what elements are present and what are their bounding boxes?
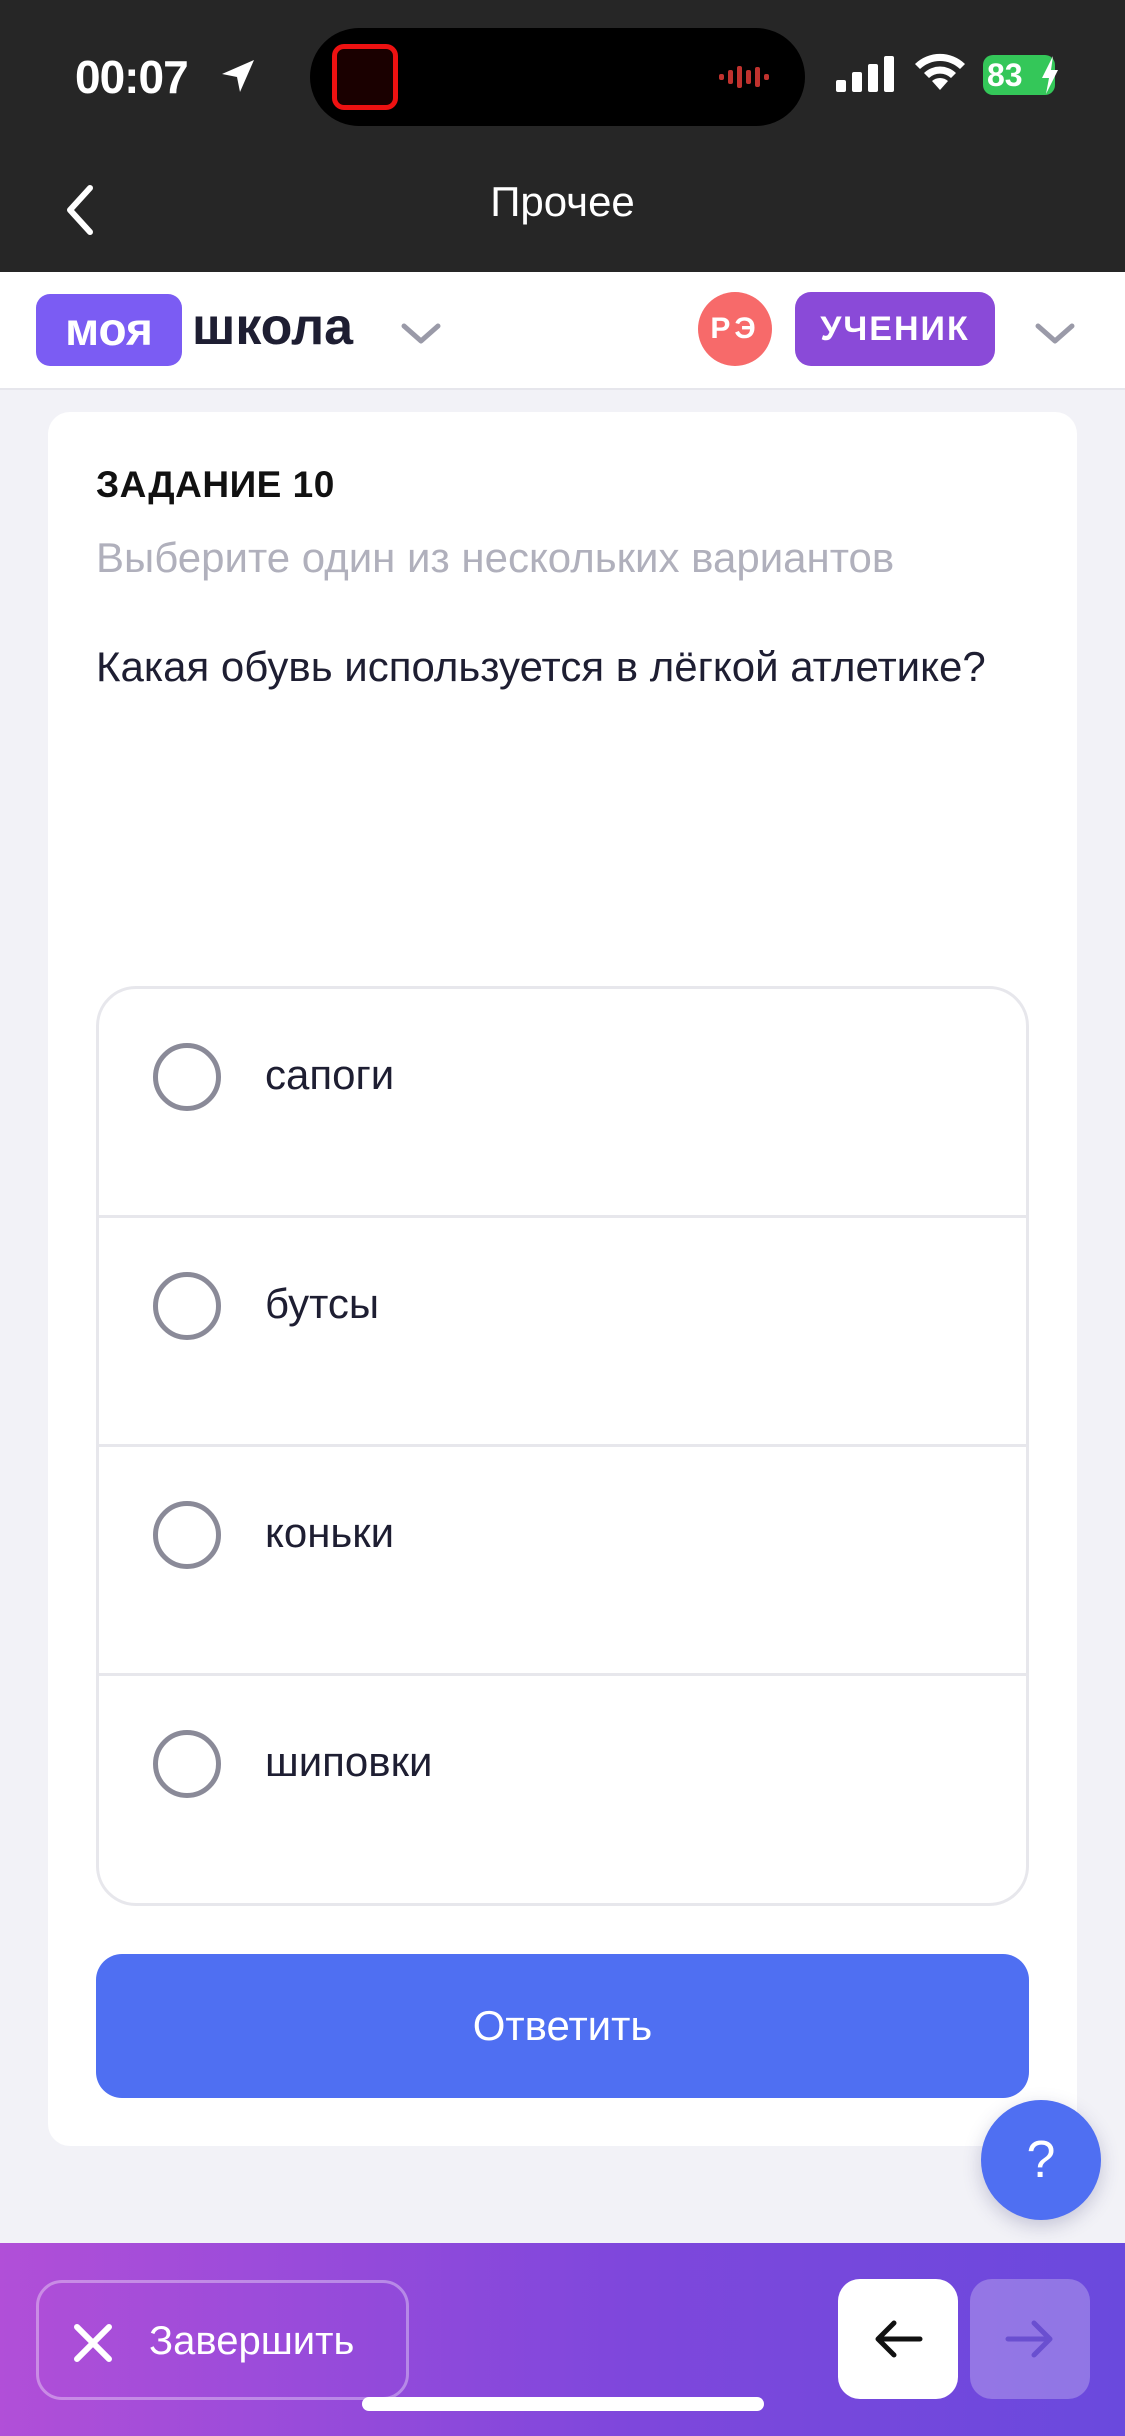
location-arrow-icon xyxy=(222,60,254,92)
arrow-left-icon xyxy=(875,2320,923,2358)
status-bar: 00:07 83 xyxy=(0,0,1125,150)
charging-bolt-icon xyxy=(1042,56,1058,94)
answer-option[interactable]: сапоги xyxy=(99,989,1026,1218)
battery-level: 83 xyxy=(987,57,1023,93)
role-badge[interactable]: УЧЕНИК xyxy=(795,292,995,366)
wifi-icon xyxy=(915,53,965,90)
task-number: ЗАДАНИЕ 10 xyxy=(96,464,335,505)
cellular-signal-icon xyxy=(836,56,894,92)
app-header: моя школа РЭ УЧЕНИК xyxy=(0,272,1125,390)
question-text: Какая обувь используется в лёгкой атлети… xyxy=(96,643,986,690)
live-activity-app-icon xyxy=(332,44,398,110)
chevron-down-icon[interactable] xyxy=(400,322,442,346)
chevron-down-icon[interactable] xyxy=(1034,322,1076,346)
option-label: бутсы xyxy=(265,1280,380,1327)
task-card: ЗАДАНИЕ 10 Выберите один из нескольких в… xyxy=(48,412,1077,2146)
answer-option[interactable]: бутсы xyxy=(99,1218,1026,1447)
home-indicator[interactable] xyxy=(362,2397,764,2411)
next-button[interactable] xyxy=(970,2279,1090,2399)
status-time: 00:07 xyxy=(75,51,189,103)
answer-options: сапоги бутсы коньки шиповки xyxy=(96,986,1029,1906)
finish-label: Завершить xyxy=(149,2319,355,2363)
logo-shkola[interactable]: школа xyxy=(192,292,353,362)
audio-wave-icon xyxy=(719,66,769,88)
logo-moya[interactable]: моя xyxy=(36,294,182,366)
help-button[interactable]: ? xyxy=(981,2100,1101,2220)
arrow-right-icon xyxy=(1005,2320,1053,2358)
option-label: коньки xyxy=(265,1509,395,1556)
task-hint: Выберите один из нескольких вариантов xyxy=(96,534,895,581)
finish-button[interactable]: Завершить xyxy=(36,2280,409,2400)
radio-button[interactable] xyxy=(153,1730,221,1798)
radio-button[interactable] xyxy=(153,1501,221,1569)
answer-option[interactable]: коньки xyxy=(99,1447,1026,1676)
option-label: сапоги xyxy=(265,1051,395,1098)
answer-button[interactable]: Ответить xyxy=(96,1954,1029,2098)
nav-title: Прочее xyxy=(490,178,635,225)
radio-button[interactable] xyxy=(153,1272,221,1340)
avatar[interactable]: РЭ xyxy=(698,292,772,366)
option-label: шиповки xyxy=(265,1738,433,1785)
dynamic-island xyxy=(310,28,805,126)
answer-option[interactable]: шиповки xyxy=(99,1676,1026,1903)
close-icon xyxy=(74,2324,112,2362)
radio-button[interactable] xyxy=(153,1043,221,1111)
navigation-bar: Прочее xyxy=(0,150,1125,272)
previous-button[interactable] xyxy=(838,2279,958,2399)
